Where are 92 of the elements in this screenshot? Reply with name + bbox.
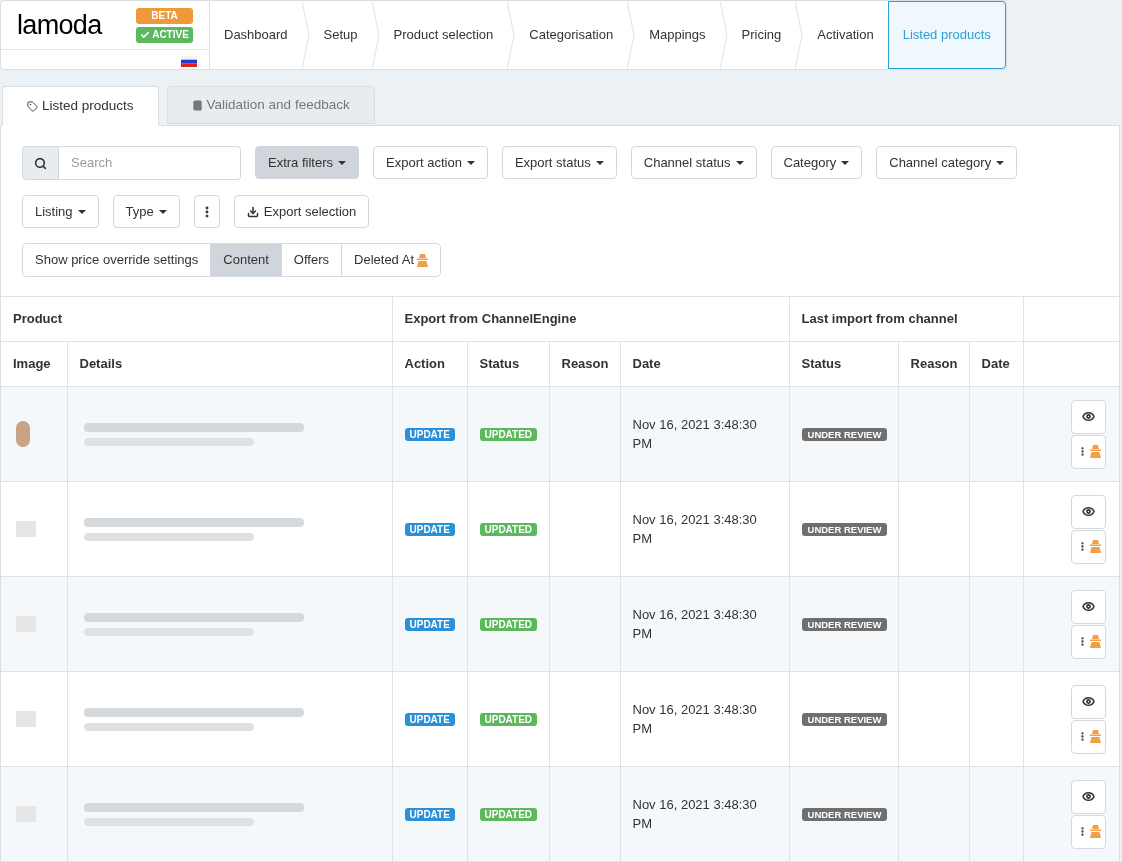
view-button[interactable] [1071,589,1107,624]
logo: lamoda [17,8,102,42]
filter-dropdown[interactable]: Category [770,146,863,179]
view-toggle[interactable]: Content [210,243,282,277]
download-icon [246,205,259,218]
spy-icon [1089,730,1101,743]
action-label: UPDATE [404,808,455,822]
status-label: UPDATED [479,808,538,822]
import-status-label: UNDER REVIEW [801,618,888,632]
action-label: UPDATE [404,713,455,727]
status-badge: ACTIVE [136,26,193,43]
step-tab[interactable]: Product selection [379,1,508,69]
flag-icon [181,56,197,67]
search-field[interactable]: Search [59,146,241,180]
caret-icon [338,160,346,165]
filter-dropdown[interactable]: Channel status [630,146,757,179]
column-header: Reason [898,341,970,387]
export-button[interactable]: Export selection [233,195,370,228]
import-status-label: UNDER REVIEW [801,713,888,727]
eye-icon [1082,410,1096,423]
column-header: Details [67,341,392,387]
view-toggle[interactable]: Offers [280,243,343,277]
image-placeholder [16,521,36,537]
group-header: Last import from channel [789,296,1024,342]
caret-icon [735,160,744,165]
caret-icon [158,209,167,214]
column-header: Date [969,341,1024,387]
group-header: Product [1,296,392,342]
status-label: UPDATED [479,618,538,632]
step-tab[interactable]: Pricing [727,1,796,69]
step-tab[interactable]: Mappings [635,1,720,69]
filter-dropdown[interactable]: Listing [22,195,99,228]
search-icon [34,156,47,170]
date-text: Nov 16, 2021 3:48:30 PM [632,701,758,738]
view-toggle[interactable]: Deleted At [341,243,442,277]
eye-icon [1082,600,1096,613]
status-badge: BETA [136,7,193,24]
view-button[interactable] [1071,779,1107,814]
status-label: UPDATED [479,428,538,442]
check-icon [140,29,151,40]
column-header: Action [392,341,467,387]
column-header: Status [467,341,549,387]
filter-dropdown[interactable]: Export status [501,146,617,179]
spy-icon [417,253,429,267]
caret-icon [841,160,850,165]
import-status-label: UNDER REVIEW [801,523,888,537]
step-tab[interactable]: Dashboard [210,1,302,69]
tab[interactable]: Validation and feedback [166,86,375,124]
import-status-label: UNDER REVIEW [801,808,888,822]
book-icon [191,99,203,111]
spy-icon [1089,635,1101,648]
caret-icon [996,160,1005,165]
status-label: UPDATED [479,523,538,537]
date-text: Nov 16, 2021 3:48:30 PM [632,511,758,548]
eye-icon [1082,790,1096,803]
eye-icon [1082,505,1096,518]
view-button[interactable] [1071,494,1107,529]
status-label: UPDATED [479,713,538,727]
view-toggle[interactable]: Show price override settings [22,243,212,277]
column-header: Status [789,341,899,387]
group-header: Export from ChannelEngine [392,296,790,342]
spy-icon [1089,540,1101,553]
action-label: UPDATE [404,618,455,632]
caret-icon [77,209,86,214]
filter-dropdown[interactable]: Export action [373,146,488,179]
date-text: Nov 16, 2021 3:48:30 PM [632,416,758,453]
tab[interactable]: Listed products [2,86,159,126]
step-tab[interactable]: Activation [803,1,888,69]
photo-placeholder [16,421,30,447]
action-label: UPDATE [404,523,455,537]
date-text: Nov 16, 2021 3:48:30 PM [632,606,758,643]
action-label: UPDATE [404,428,455,442]
spy-icon [1089,445,1101,458]
caret-icon [466,160,475,165]
filter-dropdown[interactable]: Type [112,195,180,228]
step-tab[interactable]: Setup [309,1,372,69]
view-button[interactable] [1071,684,1107,719]
filter-dropdown[interactable]: Channel category [876,146,1018,179]
eye-icon [1082,695,1096,708]
date-text: Nov 16, 2021 3:48:30 PM [632,796,758,833]
column-header: Date [620,341,790,387]
column-header: Image [1,341,67,387]
step-tab[interactable]: Categorisation [515,1,628,69]
image-placeholder [16,711,36,727]
caret-icon [595,160,604,165]
tag-icon [27,100,38,112]
spy-icon [1089,825,1101,838]
view-button[interactable] [1071,399,1107,434]
column-header: Reason [549,341,620,387]
import-status-label: UNDER REVIEW [801,428,888,442]
more-button[interactable] [193,195,220,228]
filter-dropdown[interactable]: Extra filters [255,146,359,179]
